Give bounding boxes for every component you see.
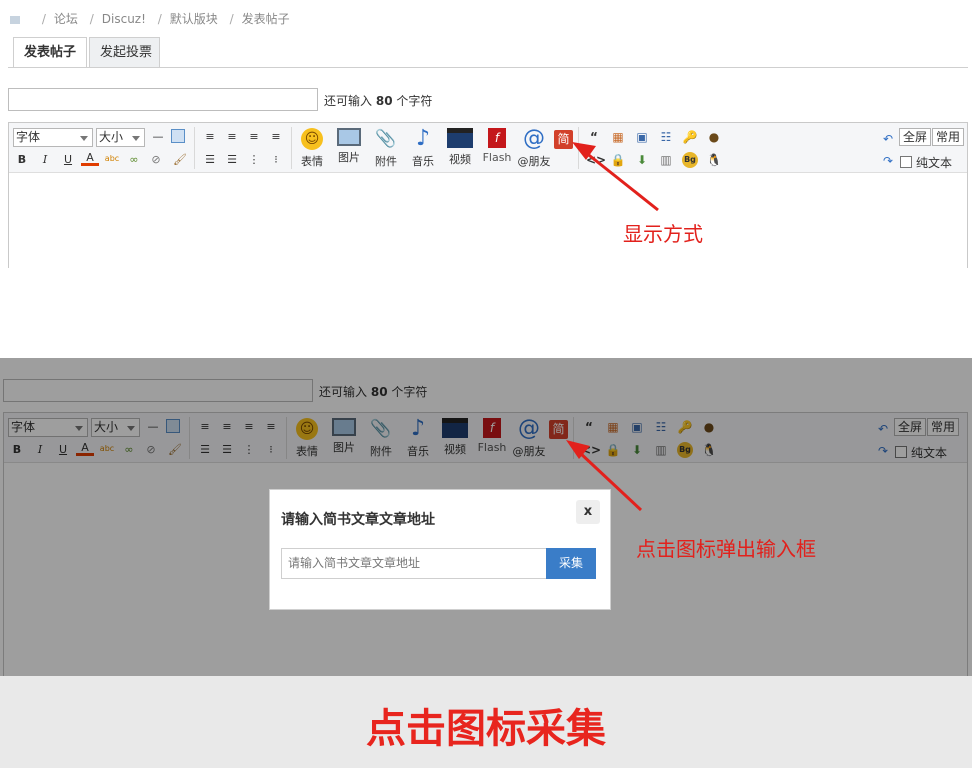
underline-button[interactable]: U — [59, 152, 77, 168]
rich-text-editor: 字体 大小 — B I U A abc ∞ ⊘ 🖌 ≡ ≡ ≡ ≡ ☰ ☰ ⋮ … — [8, 122, 968, 268]
code-icon[interactable]: <> — [586, 152, 606, 168]
smiley-icon: ☺ — [301, 128, 323, 150]
image-icon — [337, 128, 361, 146]
dialog-title: 请输入简书文章文章地址 — [281, 512, 435, 528]
annotation-click-popup: 点击图标弹出输入框 — [636, 537, 816, 561]
qq-icon[interactable]: 🐧 — [706, 152, 722, 168]
plaintext-checkbox[interactable] — [900, 156, 912, 168]
mention-button[interactable]: @ @朋友 — [517, 128, 551, 169]
collect-button[interactable]: 采集 — [546, 548, 596, 579]
spellcheck-icon[interactable]: abc — [103, 151, 121, 167]
clapperboard-icon — [447, 128, 473, 148]
breadcrumb: / 论坛 / Discuz! / 默认版块 / 发表帖子 — [10, 10, 290, 26]
annotation-display-mode: 显示方式 — [623, 222, 703, 246]
tab-post-thread[interactable]: 发表帖子 — [13, 37, 87, 68]
top-screenshot-panel: / 论坛 / Discuz! / 默认版块 / 发表帖子 发表帖子 发起投票 还可输入 … — [0, 0, 972, 358]
breadcrumb-item[interactable]: 论坛 — [54, 12, 78, 26]
hidden-content-icon[interactable]: ● — [706, 129, 722, 145]
subject-input[interactable] — [8, 88, 318, 111]
clear-format-icon[interactable]: 🖌 — [171, 152, 189, 168]
unlink-icon[interactable]: ⊘ — [147, 152, 165, 168]
download-icon[interactable]: ⬇ — [634, 152, 650, 168]
jianshu-collect-icon[interactable]: 简 — [554, 130, 573, 149]
plaintext-label: 纯文本 — [916, 156, 953, 170]
flash-button[interactable]: f Flash — [480, 128, 514, 164]
editor-toolbar: 字体 大小 — B I U A abc ∞ ⊘ 🖌 ≡ ≡ ≡ ≡ ☰ ☰ ⋮ … — [9, 123, 967, 173]
horizontal-rule-icon[interactable]: — — [149, 129, 167, 145]
home-icon[interactable] — [10, 15, 20, 24]
breadcrumb-item[interactable]: Discuz! — [102, 12, 146, 26]
breadcrumb-item[interactable]: 默认版块 — [170, 12, 218, 26]
font-size-select[interactable]: 大小 — [96, 128, 145, 147]
columns-icon[interactable]: ▥ — [658, 152, 674, 168]
banner-title: 点击图标采集 — [366, 706, 606, 752]
at-icon: @ — [523, 126, 545, 151]
tab-start-poll[interactable]: 发起投票 — [89, 37, 160, 68]
link-icon[interactable]: ∞ — [125, 152, 143, 168]
article-url-input[interactable]: 请输入简书文章文章地址 — [281, 548, 547, 579]
common-mode-button[interactable]: 常用 — [932, 128, 965, 146]
music-button[interactable]: ♪ 音乐 — [406, 128, 440, 169]
quote-icon[interactable]: “ — [586, 129, 602, 145]
free-content-icon[interactable]: ▦ — [610, 129, 626, 145]
ordered-list-icon[interactable]: ⋮ — [245, 152, 263, 168]
unordered-list-icon[interactable]: ⁝ — [267, 152, 285, 168]
tab-divider — [8, 67, 968, 68]
emoji-button[interactable]: ☺ 表情 — [295, 128, 329, 169]
video-button[interactable]: 视频 — [443, 128, 477, 167]
redo-icon[interactable]: ↷ — [880, 153, 896, 169]
close-icon[interactable]: x — [576, 500, 600, 524]
undo-icon[interactable]: ↶ — [880, 131, 896, 147]
bold-button[interactable]: B — [13, 152, 31, 168]
float-left-icon[interactable]: ☰ — [201, 152, 219, 168]
attachment-button[interactable]: 📎 附件 — [369, 128, 403, 169]
subject-char-hint: 还可输入 80 个字符 — [324, 94, 433, 108]
lock-icon[interactable]: 🔒 — [610, 152, 626, 168]
align-justify-icon[interactable]: ≡ — [267, 129, 285, 145]
font-color-button[interactable]: A — [81, 150, 99, 166]
key-icon[interactable]: 🔑 — [682, 129, 698, 145]
align-center-icon[interactable]: ≡ — [223, 129, 241, 145]
image-button[interactable]: 图片 — [332, 128, 366, 165]
bottom-screenshot-panel: 还可输入 80 个字符 字体 大小 — B I U A abc ∞ ⊘ 🖌 ≡ … — [0, 358, 972, 676]
table-icon[interactable] — [171, 129, 185, 143]
music-note-icon: ♪ — [415, 126, 431, 151]
float-right-icon[interactable]: ☰ — [223, 152, 241, 168]
password-icon[interactable]: ▣ — [634, 129, 650, 145]
align-right-icon[interactable]: ≡ — [245, 129, 263, 145]
bottom-banner: 点击图标采集 — [0, 676, 972, 768]
align-left-icon[interactable]: ≡ — [201, 129, 219, 145]
font-family-select[interactable]: 字体 — [13, 128, 93, 147]
list-paste-icon[interactable]: ☷ — [658, 129, 674, 145]
jianshu-url-dialog: 请输入简书文章文章地址 x 请输入简书文章文章地址 采集 — [269, 489, 611, 610]
background-music-icon[interactable]: Bg — [682, 152, 698, 168]
italic-button[interactable]: I — [36, 152, 54, 168]
fullscreen-button[interactable]: 全屏 — [899, 128, 932, 146]
flash-icon: f — [488, 128, 506, 148]
breadcrumb-item: 发表帖子 — [241, 12, 290, 26]
paperclip-icon: 📎 — [375, 129, 397, 149]
